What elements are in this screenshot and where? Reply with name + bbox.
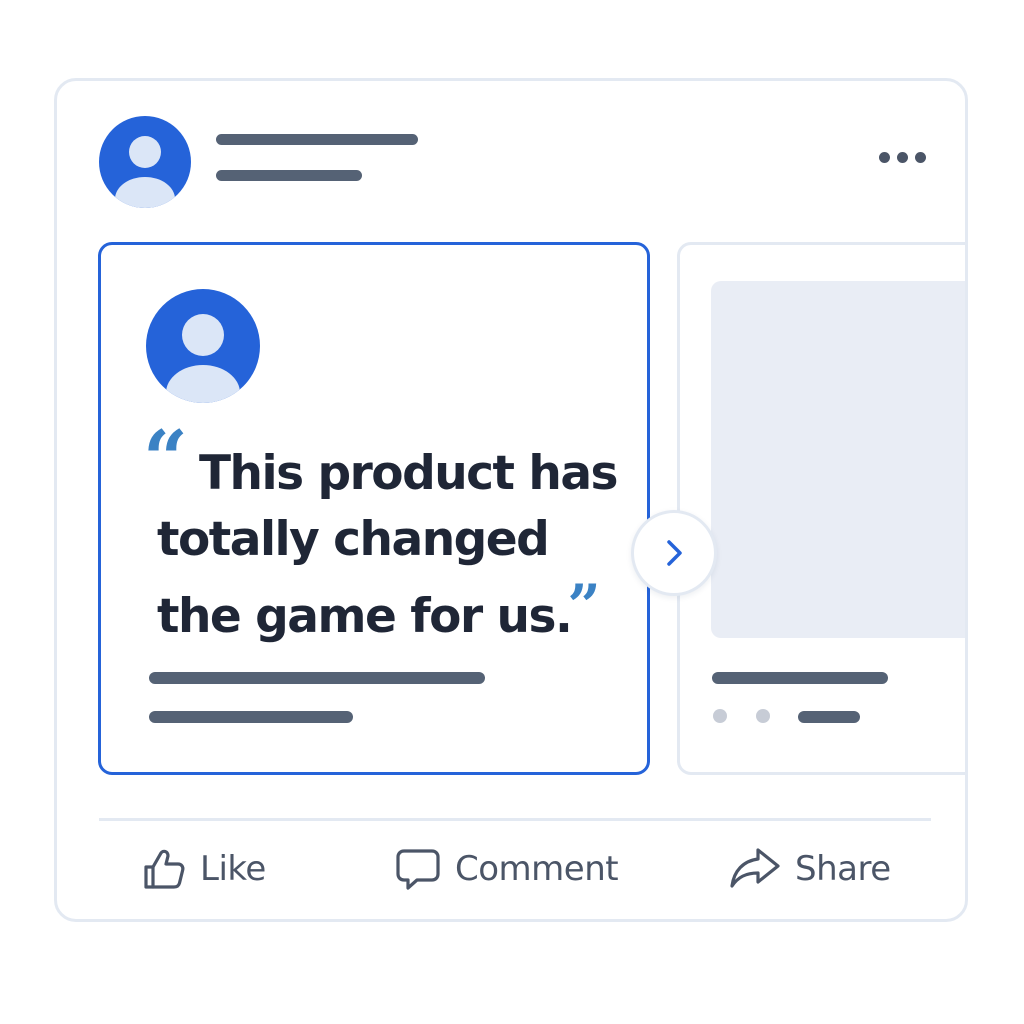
quote-line-2: totally changed [157, 512, 550, 567]
share-arrow-icon [730, 848, 780, 888]
chevron-right-icon [667, 540, 682, 566]
actions-divider [99, 818, 931, 821]
quote-line-1: This product has [199, 446, 619, 501]
post-meta-placeholder [216, 170, 362, 181]
comment-button[interactable]: Comment [395, 841, 619, 897]
open-quote-mark: “ [143, 414, 188, 505]
quote-line-3-wrap: the game for us.” [157, 573, 627, 650]
next-slide-preview[interactable] [677, 242, 965, 775]
more-dot [914, 151, 926, 163]
more-dot [896, 151, 908, 163]
image-placeholder [711, 281, 965, 638]
testimonial-quote: “ This product has totally changed the g… [143, 421, 627, 650]
share-button[interactable]: Share [729, 841, 891, 897]
comment-label: Comment [455, 849, 619, 889]
user-avatar-icon [99, 116, 191, 208]
social-post-card: “ This product has totally changed the g… [54, 78, 968, 922]
more-horizontal-icon [878, 151, 890, 163]
like-label: Like [200, 849, 266, 889]
speech-bubble-icon [396, 849, 440, 890]
author-name-placeholder [216, 134, 418, 145]
next-slide-meta-placeholder [798, 711, 860, 723]
testimonial-role-placeholder [149, 711, 353, 723]
thumbs-up-icon [144, 849, 185, 889]
close-quote-mark: ” [567, 572, 600, 640]
more-options-button[interactable] [871, 137, 933, 177]
carousel-next-button[interactable] [631, 510, 717, 596]
author-avatar[interactable] [99, 116, 191, 208]
testimonial-avatar [146, 289, 260, 403]
share-label: Share [795, 849, 891, 889]
testimonial-slide[interactable]: “ This product has totally changed the g… [98, 242, 650, 775]
like-button[interactable]: Like [142, 841, 266, 897]
user-avatar-icon [146, 289, 260, 403]
next-slide-title-placeholder [712, 672, 888, 684]
pagination-dot [756, 709, 770, 723]
pagination-dot [713, 709, 727, 723]
quote-line-3: the game for us. [157, 589, 573, 644]
testimonial-author-placeholder [149, 672, 485, 684]
